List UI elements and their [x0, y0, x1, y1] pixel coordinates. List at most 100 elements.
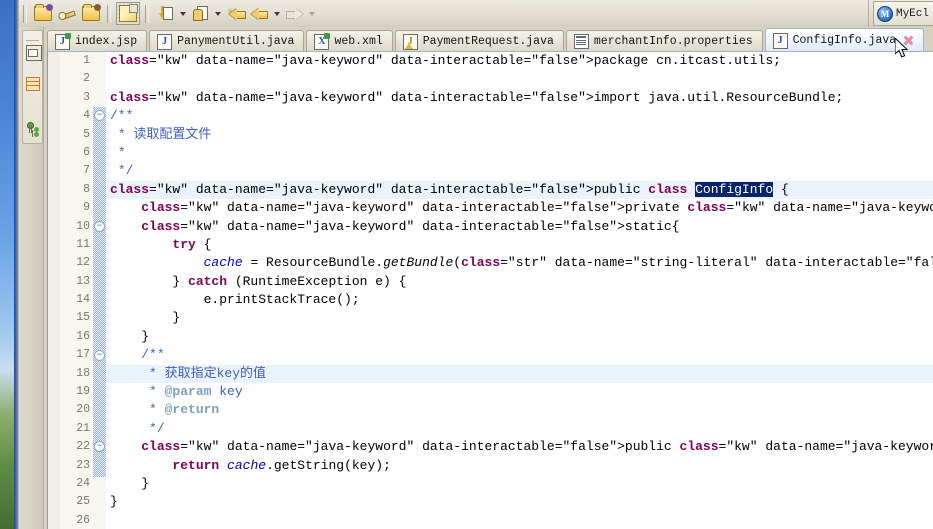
code-line[interactable]: } — [106, 493, 933, 511]
javadoc-comment: * @param key — [149, 384, 243, 400]
code-line[interactable]: */ — [106, 420, 933, 438]
collapse-icon: − — [94, 220, 105, 232]
fold-row — [93, 512, 106, 529]
editor-tab-configinfo-java[interactable]: J ConfigInfo.java — [764, 28, 925, 52]
code-line[interactable] — [106, 512, 933, 529]
editor-tab-paymentrequest-java[interactable]: J PaymentRequest.java — [394, 30, 564, 52]
toolbar-separator — [23, 4, 27, 23]
java-keyword: class — [141, 439, 181, 455]
java-keyword: catch — [188, 273, 228, 289]
save-button[interactable] — [116, 2, 140, 25]
code-line[interactable]: class="kw" data-name="java-keyword" data… — [106, 199, 933, 217]
line-number: 16 — [76, 329, 90, 343]
code-line[interactable]: */ — [106, 162, 933, 180]
code-line[interactable]: class="kw" data-name="java-keyword" data… — [106, 89, 933, 107]
back-button[interactable] — [248, 3, 270, 24]
java-keyword: class — [141, 218, 181, 234]
fold-row — [93, 126, 106, 144]
code-line[interactable]: e.printStackTrace(); — [106, 291, 933, 309]
editor-tab-panymentutil-java[interactable]: J PanymentUtil.java — [149, 30, 305, 52]
folding-ruler[interactable]: − − − − — [93, 52, 106, 529]
code-line[interactable]: try { — [106, 236, 933, 254]
sparkle-arrow-left-icon: ✶ — [227, 6, 246, 21]
fold-row — [93, 383, 106, 401]
static-field: cache — [227, 457, 267, 473]
editor-tab-merchantinfo-properties[interactable]: merchantInfo.properties — [565, 30, 763, 52]
code-line[interactable]: class="kw" data-name="java-keyword" data… — [106, 438, 933, 456]
line-number: 10 — [76, 219, 90, 233]
fold-toggle-icon[interactable]: − — [93, 346, 106, 364]
code-line[interactable]: return cache.getString(key); — [106, 457, 933, 475]
java-warning-icon: J — [402, 33, 418, 50]
line-number: 5 — [83, 127, 90, 141]
fold-toggle-icon[interactable]: − — [93, 107, 106, 125]
new-wizard-button[interactable] — [56, 3, 78, 24]
code-line[interactable]: class="kw" data-name="java-keyword" data… — [106, 52, 933, 70]
fold-row — [93, 291, 106, 309]
collapse-icon: − — [94, 349, 105, 361]
forward-dropdown[interactable] — [306, 3, 317, 24]
fold-row — [93, 254, 106, 272]
code-line[interactable]: } — [106, 309, 933, 327]
code-line[interactable]: /** — [106, 346, 933, 364]
fold-row — [93, 89, 106, 107]
file-icon-letter: J — [407, 35, 413, 47]
javadoc-comment: /** — [141, 347, 165, 363]
line-number: 3 — [83, 90, 90, 104]
code-line[interactable] — [106, 70, 933, 88]
code-line[interactable]: * 获取指定key的值 — [106, 364, 933, 384]
properties-file-icon — [573, 34, 589, 49]
code-line[interactable]: * 读取配置文件 — [106, 126, 933, 144]
fold-row — [93, 493, 106, 511]
code-text-area[interactable]: class="kw" data-name="java-keyword" data… — [106, 52, 933, 529]
fold-toggle-icon[interactable]: − — [93, 438, 106, 456]
open-type-button[interactable] — [32, 3, 54, 24]
line-number: 13 — [76, 274, 90, 288]
editor-tab-web-xml[interactable]: Xweb.xml — [306, 30, 393, 52]
code-line[interactable]: * @param key — [106, 383, 933, 401]
code-line[interactable]: } catch (RuntimeException e) { — [106, 273, 933, 291]
fold-row — [93, 199, 106, 217]
line-number: 12 — [76, 256, 90, 270]
code-line[interactable]: * — [106, 144, 933, 162]
code-line[interactable]: * @return — [106, 401, 933, 419]
editor-tab-label: PanymentUtil.java — [177, 34, 295, 48]
back-dropdown[interactable] — [271, 3, 282, 24]
javadoc-comment: */ — [117, 163, 134, 179]
code-editor[interactable]: 1 2 3 4 5 6 7 8 9 10 11 12 13 14 15 16 17 18 19 20 21 22 23 24 2… — [47, 51, 933, 529]
restore-icon[interactable] — [26, 45, 42, 61]
toolbar-separator — [145, 4, 149, 23]
download-page-icon — [158, 6, 173, 21]
java-keyword: class — [648, 181, 688, 197]
magic-wand-icon — [58, 4, 77, 22]
close-icon[interactable] — [903, 35, 914, 46]
code-line[interactable]: class="kw" data-name="java-keyword" data… — [106, 218, 933, 236]
line-number: 15 — [76, 311, 90, 325]
editor-area: Jindex.jsp J PanymentUtil.java Xweb.xml J Pay… — [44, 27, 933, 529]
fold-row — [93, 70, 106, 88]
perspective-myeclipse-button[interactable]: M MyEcl — [872, 1, 933, 26]
code-line[interactable]: } — [106, 475, 933, 493]
code-line[interactable]: /** — [106, 107, 933, 125]
editor-tab-index-jsp[interactable]: Jindex.jsp — [47, 30, 148, 52]
outline-icon[interactable] — [26, 76, 40, 91]
line-number: 19 — [76, 385, 90, 399]
forward-button[interactable] — [283, 3, 305, 24]
eclipse-window: ✶ M MyEcl Jindex.jsp J PanymentUtil.java… — [19, 0, 933, 529]
code-line[interactable]: class="kw" data-name="java-keyword" data… — [106, 180, 933, 200]
external-tools-dropdown[interactable] — [212, 3, 223, 24]
open-resource-button[interactable] — [80, 3, 102, 24]
run-dropdown[interactable] — [177, 3, 188, 24]
line-number: 17 — [76, 348, 90, 362]
line-number: 11 — [76, 237, 90, 251]
code-line[interactable]: } — [106, 328, 933, 346]
javadoc-comment: * @return — [149, 402, 220, 418]
next-annotation-button[interactable]: ✶ — [224, 3, 246, 24]
external-tools-button[interactable] — [189, 3, 211, 24]
code-line[interactable]: cache = ResourceBundle.getBundle(class="… — [106, 254, 933, 272]
run-button[interactable] — [154, 3, 176, 24]
fold-toggle-icon[interactable]: − — [93, 218, 106, 236]
static-field: cache — [203, 255, 243, 271]
hierarchy-icon[interactable] — [26, 121, 40, 135]
folder-purple-icon — [34, 4, 53, 21]
